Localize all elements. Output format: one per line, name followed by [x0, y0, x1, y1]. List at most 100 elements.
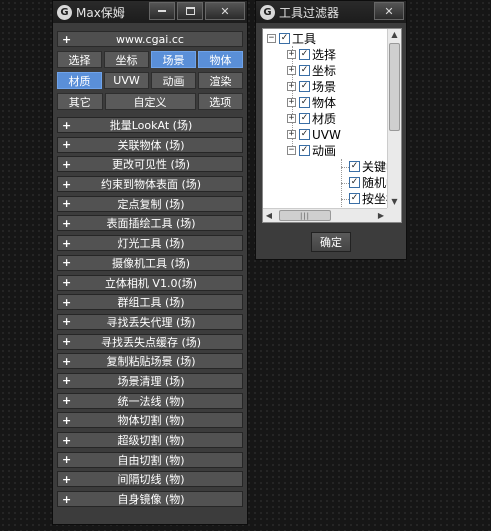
category-row-1: 选择 坐标 场景 物体 [57, 51, 243, 68]
tool-item[interactable]: + 批量LookAt (场) [57, 117, 243, 133]
tool-item[interactable]: + 灯光工具 (场) [57, 235, 243, 252]
filter-titlebar[interactable]: G 工具过滤器 ✕ [256, 1, 406, 23]
tool-item[interactable]: + 群组工具 (场) [57, 294, 243, 311]
checkbox-icon[interactable]: ✓ [299, 65, 310, 76]
tool-label: 约束到物体表面 (场) [100, 178, 202, 192]
tool-item[interactable]: + 物体切割 (物) [57, 412, 243, 429]
category-button-other[interactable]: 其它 [57, 93, 103, 110]
tool-label: 批量LookAt (场) [109, 119, 193, 132]
tool-label: 摄像机工具 (场) [111, 256, 191, 270]
tree-node-anim-child-0[interactable]: ✓关键帧 [349, 159, 387, 174]
plus-icon: + [62, 295, 72, 309]
collapse-icon[interactable]: − [287, 146, 296, 155]
category-button-render[interactable]: 渲染 [198, 72, 243, 89]
filter-close-button[interactable]: ✕ [374, 2, 404, 20]
maxbaomu-window: G Max保姆 ✕ + www.cgai.cc 选择 坐标 场景 物体 材质 U… [52, 0, 248, 525]
close-button[interactable]: ✕ [205, 2, 245, 20]
plus-icon: + [62, 177, 72, 191]
tool-item[interactable]: + 自由切割 (物) [57, 451, 243, 468]
tree-node-child-2[interactable]: + ✓ 场景 [287, 79, 336, 94]
expand-icon[interactable]: + [287, 114, 296, 123]
category-button-animation[interactable]: 动画 [151, 72, 196, 89]
category-button-options[interactable]: 选项 [197, 93, 243, 110]
scroll-down-icon[interactable]: ▼ [388, 196, 401, 208]
checkbox-icon[interactable]: ✓ [299, 81, 310, 92]
vertical-scroll-thumb[interactable] [389, 43, 400, 131]
tool-label: 关联物体 (场) [117, 138, 185, 152]
scroll-right-icon[interactable]: ▶ [375, 209, 387, 222]
tool-label: 场景清理 (场) [117, 374, 185, 388]
horizontal-scroll-thumb[interactable]: ||| [279, 210, 331, 221]
tool-item[interactable]: + 超级切割 (物) [57, 432, 243, 448]
tree-horizontal-scrollbar[interactable]: ◀ ||| ▶ [263, 208, 387, 222]
tool-item[interactable]: + 定点复制 (场) [57, 195, 243, 212]
tree-node-child-1[interactable]: + ✓ 坐标 [287, 63, 336, 78]
tool-item[interactable]: + 关联物体 (场) [57, 136, 243, 153]
tool-item[interactable]: + 自身镜像 (物) [57, 491, 243, 508]
tool-item[interactable]: + 复制粘贴场景 (场) [57, 353, 243, 370]
checkbox-icon[interactable]: ✓ [299, 97, 310, 108]
category-button-material[interactable]: 材质 [57, 72, 102, 89]
tree-node-anim-child-2[interactable]: ✓按坐标 [349, 191, 387, 206]
expand-icon[interactable]: + [287, 50, 296, 59]
plus-icon: + [62, 216, 72, 230]
category-button-coordinate[interactable]: 坐标 [104, 51, 149, 68]
maximize-button[interactable] [177, 2, 203, 20]
plus-icon: + [62, 453, 72, 467]
tool-item[interactable]: + 寻找丢失代理 (场) [57, 313, 243, 330]
filter-app-icon: G [260, 4, 275, 20]
tool-label: 物体切割 (物) [117, 414, 185, 428]
app-icon: G [57, 4, 72, 20]
tool-item[interactable]: + 立体相机 V1.0(场) [57, 274, 243, 291]
tool-label: 自由切割 (物) [117, 453, 185, 467]
expand-icon[interactable]: + [287, 98, 296, 107]
tool-item[interactable]: + 统一法线 (物) [57, 392, 243, 409]
tree-node-child-4[interactable]: + ✓ 材质 [287, 111, 336, 126]
website-rollout[interactable]: + www.cgai.cc [57, 31, 243, 47]
main-titlebar[interactable]: G Max保姆 ✕ [53, 1, 247, 23]
tool-item[interactable]: + 场景清理 (场) [57, 372, 243, 389]
checkbox-icon[interactable]: ✓ [299, 145, 310, 156]
tool-item[interactable]: + 摄像机工具 (场) [57, 254, 243, 271]
ok-button[interactable]: 确定 [311, 232, 351, 252]
checkbox-icon[interactable]: ✓ [299, 49, 310, 60]
category-button-select[interactable]: 选择 [57, 51, 102, 68]
scroll-up-icon[interactable]: ▲ [388, 29, 401, 41]
tree-node-label: 按坐标 [362, 192, 387, 206]
tool-item[interactable]: + 表面插绘工具 (场) [57, 215, 243, 232]
tree-node-root[interactable]: − ✓ 工具 [267, 31, 316, 46]
website-label: www.cgai.cc [116, 32, 184, 46]
tree-node-child-0[interactable]: + ✓ 选择 [287, 47, 336, 62]
tree-node-label: UVW [312, 127, 341, 142]
checkbox-icon[interactable]: ✓ [279, 33, 290, 44]
tool-item[interactable]: + 间隔切线 (物) [57, 471, 243, 488]
expand-icon[interactable]: + [287, 82, 296, 91]
tool-item[interactable]: + 更改可见性 (场) [57, 156, 243, 173]
category-button-custom[interactable]: 自定义 [104, 93, 196, 110]
checkbox-icon[interactable]: ✓ [299, 113, 310, 124]
plus-icon: + [62, 118, 72, 132]
plus-icon: + [62, 433, 72, 447]
expand-icon[interactable]: + [287, 130, 296, 139]
checkbox-icon[interactable]: ✓ [349, 177, 360, 188]
tree-node-child-6[interactable]: − ✓ 动画 [287, 143, 336, 158]
minimize-button[interactable] [149, 2, 175, 20]
category-button-scene[interactable]: 场景 [151, 51, 196, 68]
tree-vertical-scrollbar[interactable]: ▲ ▼ [387, 29, 401, 208]
category-button-uvw[interactable]: UVW [104, 72, 149, 89]
main-content: + www.cgai.cc 选择 坐标 场景 物体 材质 UVW 动画 渲染 其… [53, 23, 247, 508]
tree-node-anim-child-1[interactable]: ✓随机帧 [349, 175, 387, 190]
tool-item[interactable]: + 约束到物体表面 (场) [57, 176, 243, 193]
checkbox-icon[interactable]: ✓ [349, 193, 360, 204]
tree-node-child-5[interactable]: + ✓ UVW [287, 127, 341, 142]
scroll-left-icon[interactable]: ◀ [263, 209, 275, 222]
plus-icon: + [62, 138, 72, 152]
category-button-object[interactable]: 物体 [198, 51, 243, 68]
tree-node-child-3[interactable]: + ✓ 物体 [287, 95, 336, 110]
checkbox-icon[interactable]: ✓ [349, 161, 360, 172]
expand-icon[interactable]: + [287, 66, 296, 75]
collapse-icon[interactable]: − [267, 34, 276, 43]
checkbox-icon[interactable]: ✓ [299, 129, 310, 140]
tool-item[interactable]: + 寻找丢失点缓存 (场) [57, 333, 243, 350]
plus-icon: + [62, 236, 72, 250]
